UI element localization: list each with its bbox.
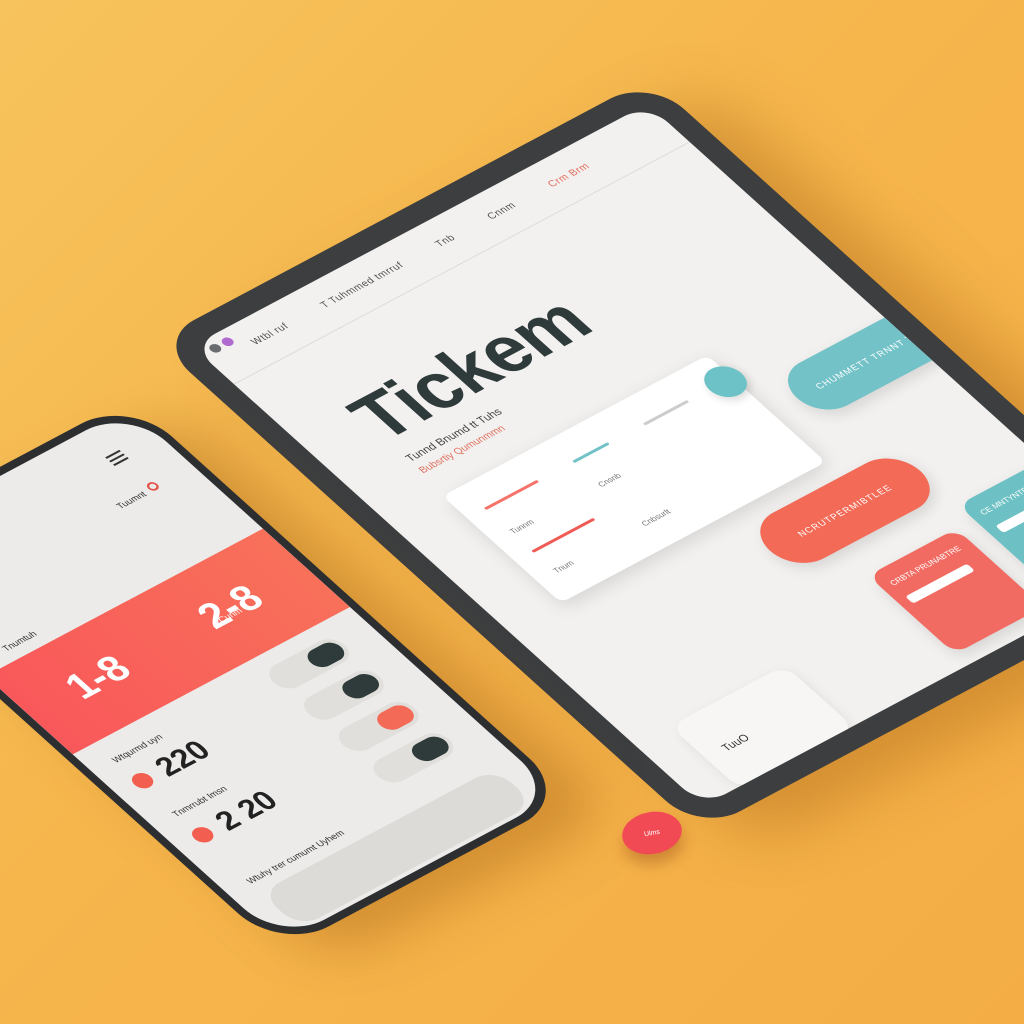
status-ring-icon bbox=[144, 480, 162, 493]
top-label: Tuumnt bbox=[114, 489, 149, 511]
toggle-knob bbox=[336, 670, 385, 703]
nav-item-2[interactable]: T Tuhmmed tmrruf bbox=[318, 260, 406, 310]
score-row: 2 20 bbox=[179, 783, 289, 853]
toggle-knob bbox=[371, 701, 420, 734]
card-line-teal bbox=[572, 442, 610, 464]
bottom-card-label: TuuO bbox=[719, 732, 753, 754]
toggle-knob bbox=[406, 733, 455, 765]
nav-item-1[interactable]: Wtbl ruf bbox=[249, 321, 292, 347]
hamburger-menu-icon[interactable] bbox=[103, 448, 131, 468]
nav-item-5[interactable]: Crm Brm bbox=[546, 161, 593, 189]
score-banner: 1-8 2-8 bbox=[0, 528, 350, 755]
nav-item-4[interactable]: Cnnm bbox=[485, 201, 519, 222]
card-line-red bbox=[531, 517, 596, 553]
bottom-card[interactable]: TuuO bbox=[669, 665, 856, 791]
card-label: Cnsnb bbox=[595, 471, 624, 489]
toggle-knob bbox=[302, 639, 350, 671]
card-line-gray bbox=[642, 399, 690, 426]
red-dot-icon bbox=[127, 770, 158, 792]
banner-score-left: 1-8 bbox=[55, 648, 142, 707]
red-dot-icon bbox=[187, 824, 218, 846]
nav-item-3[interactable]: Tnb bbox=[433, 233, 458, 250]
coral-token-button[interactable]: Ulms bbox=[618, 807, 686, 859]
card-label: Tunnm bbox=[507, 517, 537, 536]
round-action-button[interactable] bbox=[695, 360, 756, 403]
mini-card-label: CE MNTYNTRAK bbox=[977, 480, 1024, 517]
mini-card-coral[interactable]: CRBTA PRUNABTRE bbox=[867, 528, 1024, 654]
card-label: Tnum bbox=[551, 558, 577, 575]
teal-action-button[interactable]: CHUMMETT TRNNT TE bbox=[773, 301, 963, 420]
banner-score-right: 2-8 bbox=[187, 577, 274, 637]
card-line-coral bbox=[483, 479, 540, 511]
card-label: Cnbsurlt bbox=[639, 507, 673, 528]
